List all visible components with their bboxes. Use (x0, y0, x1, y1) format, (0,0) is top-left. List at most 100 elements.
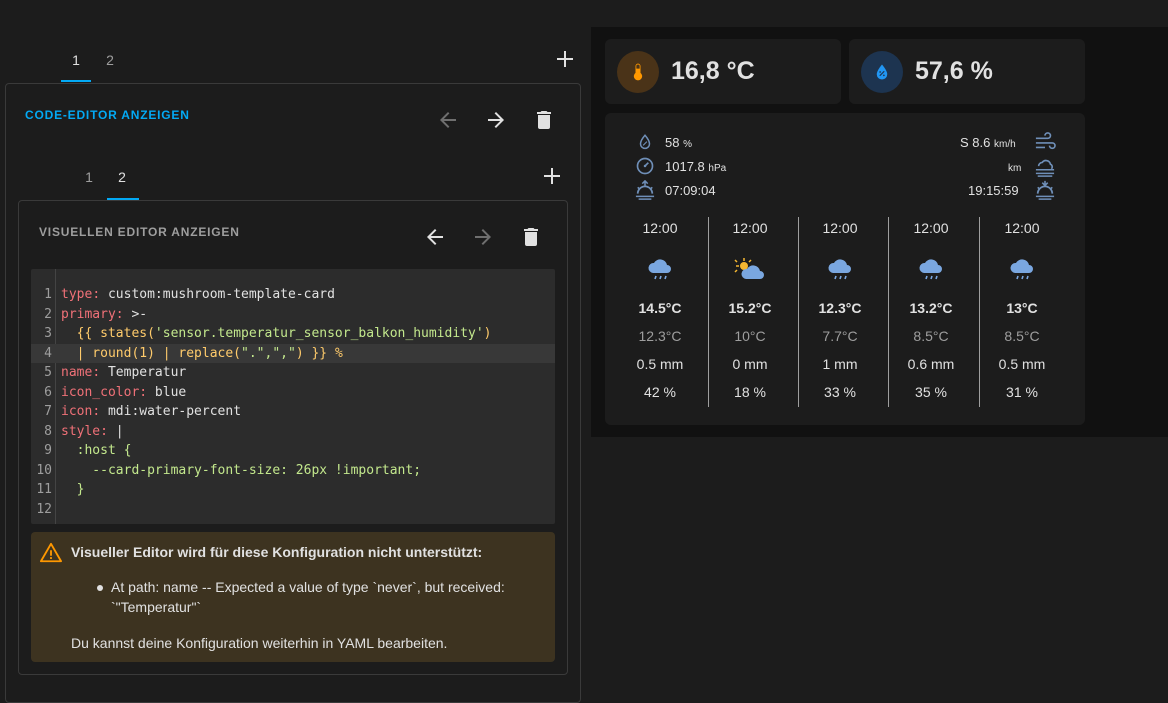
rain-cloud-icon (826, 257, 854, 286)
forecast-low-temp: 8.5°C (913, 328, 949, 344)
partly-sunny-icon (734, 257, 766, 286)
temperature-value: 16,8 °C (671, 57, 755, 85)
yaml-value: mdi:water-percent (100, 404, 242, 419)
forecast-divider (888, 217, 889, 407)
arrow-right-icon[interactable] (471, 225, 495, 249)
wind-icon (1035, 132, 1056, 150)
pressure-attribute: 1017.8 hPa (665, 159, 727, 174)
template-code: | round(1) | replace( (61, 345, 242, 361)
code-text: :host { (61, 441, 132, 461)
gauge-icon (636, 157, 654, 175)
code-text: type: custom:mushroom-template-card (61, 287, 335, 302)
code-line[interactable]: 6 icon_color: blue (31, 383, 555, 403)
show-visual-editor-button[interactable]: VISUELLEN EDITOR ANZEIGEN (39, 225, 240, 239)
water-icon-badge (861, 51, 903, 93)
rain-cloud-icon (1008, 257, 1036, 286)
line-number: 8 (44, 423, 52, 439)
code-text: icon: mdi:water-percent (61, 404, 242, 419)
warning-footer: Du kannst deine Konfiguration weiterhin … (71, 635, 448, 651)
show-code-editor-button[interactable]: CODE-EDITOR ANZEIGEN (25, 108, 190, 122)
warning-alert: Visueller Editor wird für diese Konfigur… (31, 532, 555, 662)
code-line[interactable]: 5 name: Temperatur (31, 363, 555, 383)
code-line[interactable]: 1 type: custom:mushroom-template-card (31, 285, 555, 305)
template-string: 'sensor.temperatur_sensor_balkon_humidit… (154, 326, 484, 341)
line-number: 7 (44, 404, 52, 419)
rain-cloud-icon (646, 257, 674, 286)
code-line[interactable]: 8 style: | (31, 422, 555, 442)
sunset-time: 19:15:59 (968, 183, 1019, 198)
code-line[interactable]: 11 } (31, 480, 555, 500)
code-line[interactable]: 10 --card-primary-font-size: 26px !impor… (31, 461, 555, 481)
sunset-icon (1035, 180, 1055, 200)
code-line[interactable]: 12 (31, 500, 555, 520)
line-number: 5 (44, 365, 52, 380)
yaml-key: style (61, 423, 101, 439)
yaml-code-editor[interactable]: 1 type: custom:mushroom-template-card 2 pri… (31, 269, 555, 524)
delete-icon[interactable] (519, 225, 543, 249)
code-line[interactable]: 3 {{ states('sensor.temperatur_sensor_ba… (31, 324, 555, 344)
forecast-time: 12:00 (642, 220, 678, 236)
forecast-divider (708, 217, 709, 407)
add-card-icon[interactable] (555, 49, 575, 69)
code-line[interactable]: 9 :host { (31, 441, 555, 461)
template-code: ) (483, 326, 492, 341)
tab-1[interactable]: 1 (74, 169, 104, 185)
humidity-tile[interactable]: 57,6 % (849, 39, 1085, 104)
temperature-tile[interactable]: 16,8 °C (605, 39, 841, 104)
rain-cloud-icon (917, 257, 945, 286)
tab-1[interactable]: 1 (61, 52, 91, 68)
code-line[interactable]: 2 primary: >- (31, 305, 555, 325)
code-text: | round(1) | replace(".",",") }} % (61, 344, 343, 364)
yaml-key: name (61, 365, 93, 380)
water-percent-icon (876, 64, 888, 80)
yaml-key: icon_color (61, 384, 140, 400)
arrow-right-icon[interactable] (484, 108, 508, 132)
code-line[interactable]: 7 icon: mdi:water-percent (31, 402, 555, 422)
delete-icon[interactable] (532, 108, 556, 132)
thermometer-icon-badge (617, 51, 659, 93)
arrow-left-icon[interactable] (423, 225, 447, 249)
forecast-time: 12:00 (1004, 220, 1040, 236)
warning-detail: At path: name -- Expected a value of typ… (111, 579, 505, 595)
forecast-precipitation: 0.5 mm (636, 356, 684, 372)
card-editor-panel: 1 2 CODE-EDITOR ANZEIGEN 1 2 VISUELLEN E… (0, 0, 585, 703)
line-number: 1 (44, 287, 52, 302)
forecast-high-temp: 15.2°C (728, 300, 772, 316)
warning-icon (40, 542, 62, 563)
yaml-value: custom:mushroom-template-card (100, 287, 335, 302)
sunrise-icon (635, 180, 655, 200)
forecast-precip-probability: 35 % (915, 384, 947, 400)
forecast-high-temp: 14.5°C (638, 300, 682, 316)
line-number: 11 (36, 482, 52, 497)
line-number: 9 (44, 443, 52, 458)
forecast-precipitation: 0.5 mm (998, 356, 1046, 372)
code-line[interactable]: 4 | round(1) | replace(".",",") }} % (31, 343, 555, 364)
template-code: ) }} % (295, 345, 343, 361)
fog-icon (1035, 159, 1055, 177)
forecast-divider (798, 217, 799, 407)
yaml-key: type (61, 287, 93, 302)
add-card-icon[interactable] (542, 166, 562, 186)
yaml-value: | (107, 423, 124, 439)
line-number: 6 (44, 384, 52, 400)
forecast-high-temp: 13.2°C (909, 300, 953, 316)
forecast-precip-probability: 42 % (644, 384, 676, 400)
humidity-value: 57,6 % (915, 57, 993, 85)
forecast-precipitation: 1 mm (822, 356, 858, 372)
forecast-divider (979, 217, 980, 407)
water-percent-icon (639, 134, 651, 150)
tab-2[interactable]: 2 (95, 52, 125, 68)
code-value: :host { (61, 443, 132, 458)
forecast-time: 12:00 (732, 220, 768, 236)
forecast-precipitation: 0.6 mm (907, 356, 955, 372)
forecast-low-temp: 12.3°C (638, 328, 682, 344)
forecast-high-temp: 13°C (1006, 300, 1038, 316)
code-value: } (61, 482, 85, 497)
line-number: 3 (44, 326, 52, 341)
tab-2[interactable]: 2 (107, 169, 137, 185)
forecast-time: 12:00 (913, 220, 949, 236)
arrow-left-icon[interactable] (436, 108, 460, 132)
template-code: {{ states( (61, 326, 155, 341)
yaml-key: icon (61, 404, 93, 419)
code-text: name: Temperatur (61, 365, 187, 380)
